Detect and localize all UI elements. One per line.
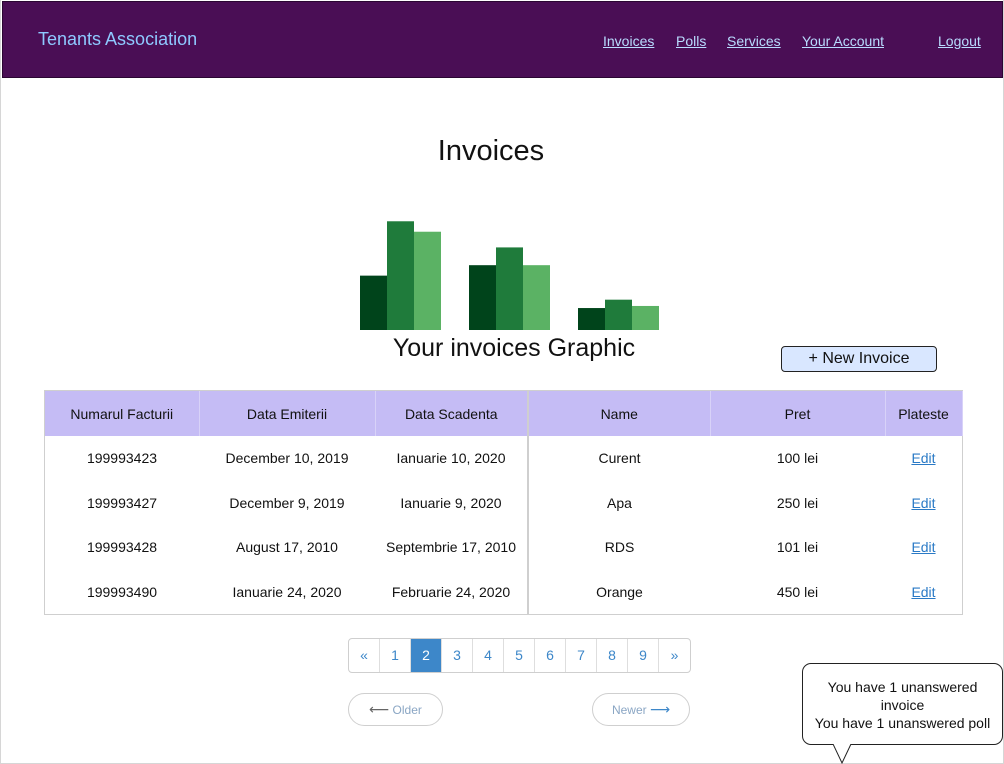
arrow-right-icon: ⟶ xyxy=(649,701,671,717)
notification-bubble[interactable]: You have 1 unanswered invoice You have 1… xyxy=(802,663,1003,745)
chart-bar xyxy=(387,221,414,330)
cell-issue-date: December 9, 2019 xyxy=(229,494,345,511)
notification-invoice-text: You have 1 unanswered invoice xyxy=(827,679,978,713)
col-header-issue-date: Data Emiterii xyxy=(199,391,376,436)
nav-polls-link[interactable]: Polls xyxy=(676,33,706,49)
cell-pay: Edit xyxy=(885,436,962,481)
pagination-page[interactable]: 3 xyxy=(442,639,473,672)
chart-bar xyxy=(632,305,659,330)
nav-logout-link[interactable]: Logout xyxy=(938,33,981,49)
col-header-due-date: Data Scadenta xyxy=(375,391,529,436)
pagination-page[interactable]: 7 xyxy=(566,639,597,672)
top-navbar: Tenants Association Invoices Polls Servi… xyxy=(2,1,1003,78)
arrow-left-icon: ⟵ xyxy=(369,701,390,717)
col-header-name: Name xyxy=(528,391,711,436)
col-header-price: Pret xyxy=(710,391,886,436)
cell-issue-date: August 17, 2010 xyxy=(236,539,338,556)
invoices-table-container: Numarul Facturii Data Emiterii Data Scad… xyxy=(44,390,963,615)
cell-pay: Edit xyxy=(885,570,962,615)
page-title: Invoices xyxy=(437,135,545,167)
cell-issue-date: Ianuarie 24, 2020 xyxy=(232,583,342,600)
pagination-page[interactable]: 8 xyxy=(597,639,628,672)
pagination-page-active[interactable]: 2 xyxy=(411,639,442,672)
chart-bar xyxy=(414,231,441,330)
table-row: 199993428 August 17, 2010 Septembrie 17,… xyxy=(45,525,962,570)
edit-link[interactable]: Edit xyxy=(911,584,935,600)
chart-caption: Your invoices Graphic xyxy=(392,334,636,362)
chart-bar xyxy=(605,299,632,330)
pagination: « 1 2 3 4 5 6 7 8 9 » xyxy=(348,638,691,673)
new-invoice-button[interactable]: + New Invoice xyxy=(781,346,937,372)
notification-poll-text: You have 1 unanswered poll xyxy=(814,715,991,731)
cell-due-date: Septembrie 17, 2010 xyxy=(375,525,529,570)
col-header-number: Numarul Facturii xyxy=(45,391,200,436)
cell-pay: Edit xyxy=(885,481,962,526)
cell-name: RDS xyxy=(604,539,635,556)
pagination-next[interactable]: » xyxy=(659,639,690,672)
newer-label: Newer xyxy=(611,703,647,717)
table-row: 199993490 Ianuarie 24, 2020 Februarie 24… xyxy=(45,569,962,615)
newer-button[interactable]: Newer ⟶ xyxy=(592,693,690,726)
pagination-prev[interactable]: « xyxy=(349,639,380,672)
pagination-page[interactable]: 1 xyxy=(380,639,411,672)
brand-title[interactable]: Tenants Association xyxy=(38,29,197,50)
edit-link[interactable]: Edit xyxy=(911,450,935,466)
chart-bar xyxy=(360,275,387,330)
table-header-row: Numarul Facturii Data Emiterii Data Scad… xyxy=(45,391,963,436)
cell-price: 250 lei xyxy=(776,494,819,511)
chart-bar xyxy=(496,247,523,330)
cell-invoice-number: 199993427 xyxy=(86,494,158,511)
nav-services-link[interactable]: Services xyxy=(727,33,781,49)
chart-bar xyxy=(469,265,496,330)
table-row: 199993423 December 10, 2019 Ianuarie 10,… xyxy=(45,436,962,481)
invoices-table: Numarul Facturii Data Emiterii Data Scad… xyxy=(45,391,963,614)
col-header-pay: Plateste xyxy=(885,391,963,436)
cell-due-date: Ianuarie 10, 2020 xyxy=(375,436,529,481)
cell-name: Orange xyxy=(596,583,643,600)
nav-invoices-link[interactable]: Invoices xyxy=(603,33,654,49)
invoices-bar-chart xyxy=(360,221,659,330)
cell-due-date: Ianuarie 9, 2020 xyxy=(375,480,529,525)
pagination-page[interactable]: 6 xyxy=(535,639,566,672)
chart-bar xyxy=(523,265,550,330)
cell-price: 101 lei xyxy=(776,539,819,556)
edit-link[interactable]: Edit xyxy=(911,495,935,511)
cell-name: Apa xyxy=(607,494,632,511)
cell-price: 100 lei xyxy=(776,450,819,467)
nav-account-link[interactable]: Your Account xyxy=(802,33,884,49)
bubble-tail-icon xyxy=(833,744,852,764)
table-row: 199993427 December 9, 2019 Ianuarie 9, 2… xyxy=(45,480,962,526)
cell-invoice-number: 199993423 xyxy=(86,450,158,467)
chart-bar xyxy=(578,308,605,330)
cell-name: Curent xyxy=(598,450,641,467)
pagination-page[interactable]: 9 xyxy=(628,639,659,672)
edit-link[interactable]: Edit xyxy=(911,539,935,555)
cell-price: 450 lei xyxy=(776,583,819,600)
cell-invoice-number: 199993490 xyxy=(86,583,158,600)
pagination-page[interactable]: 4 xyxy=(473,639,504,672)
older-button[interactable]: ⟵ Older xyxy=(348,693,443,726)
cell-due-date: Februarie 24, 2020 xyxy=(375,569,529,614)
pagination-page[interactable]: 5 xyxy=(504,639,535,672)
cell-invoice-number: 199993428 xyxy=(86,539,158,556)
cell-pay: Edit xyxy=(885,525,962,570)
cell-issue-date: December 10, 2019 xyxy=(225,450,349,467)
older-label: Older xyxy=(392,703,422,717)
